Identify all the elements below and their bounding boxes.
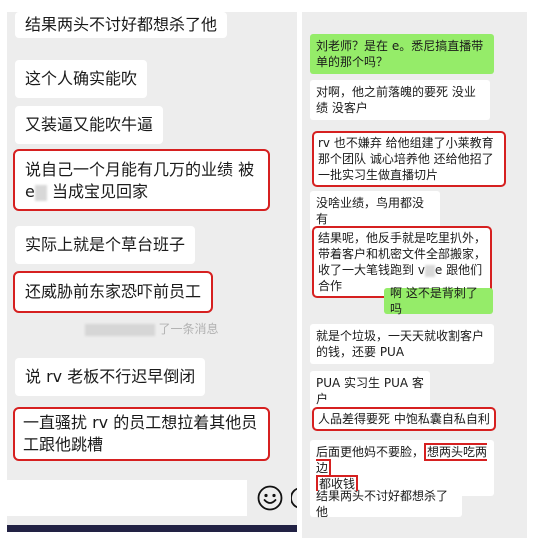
left-msg-4-line2: 当成宝见回家 xyxy=(51,182,148,201)
right-msg-8: PUA 实习生 PUA 客户 xyxy=(310,371,430,411)
left-msg-1: 结果两头不讨好都想杀了他 xyxy=(15,12,228,38)
bottom-bar xyxy=(7,525,297,532)
right-msg-6: 啊 这不是背刺了吗 xyxy=(384,286,493,316)
plus-icon[interactable] xyxy=(290,486,297,510)
right-msg-4: 没啥业绩，鸟用都没有 xyxy=(310,191,440,231)
left-chat-panel: 结果两头不讨好都想杀了他 这个人确实能吹 又装逼又能吹牛逼 说自己一个月能有几万… xyxy=(7,12,297,532)
left-msg-5: 实际上就是个草台班子 xyxy=(15,226,196,264)
redaction-mask xyxy=(34,184,47,201)
right-chat-panel: 刘老师？是在 e。悉尼搞直播带单的那个吗？ 对啊，他之前落魄的要死 没业绩 没客… xyxy=(302,12,527,538)
right-msg-10-text: 后面更他妈不要脸， xyxy=(316,445,425,459)
left-msg-7: 说 rv 老板不行迟早倒闭 xyxy=(15,358,206,396)
redaction-mask xyxy=(424,264,435,277)
emoji-icon[interactable] xyxy=(257,485,283,511)
right-msg-3: rv 也不嫌弃 给他组建了小莱教育那个团队 诚心培养他 还给他招了一批实习生做直… xyxy=(312,131,506,187)
left-msg-2: 这个人确实能吹 xyxy=(15,60,148,98)
left-msg-8: 一直骚扰 rv 的员工想拉着其他员工跟他跳槽 xyxy=(13,407,270,461)
redaction-mask xyxy=(85,323,156,336)
input-bar xyxy=(7,472,297,532)
right-msg-1: 刘老师？是在 e。悉尼搞直播带单的那个吗？ xyxy=(310,34,494,74)
right-msg-7: 就是个垃圾，一天天就收割客户的钱，还要 PUA xyxy=(310,324,494,364)
right-msg-2: 对啊，他之前落魄的要死 没业绩 没客户 xyxy=(310,80,490,120)
left-msg-4-line1: 说自己一个月能有几万的业绩 被 xyxy=(25,160,255,179)
recall-notice: 了一条消息 xyxy=(7,321,297,337)
right-msg-9: 人品差得要死 中饱私囊自私自利 xyxy=(312,407,496,431)
right-msg-11: 结果两头不讨好都想杀了他 xyxy=(310,489,462,519)
recall-notice-text: 了一条消息 xyxy=(158,322,219,336)
message-input[interactable] xyxy=(7,480,247,516)
left-msg-3: 又装逼又能吹牛逼 xyxy=(15,106,164,144)
left-msg-6: 还威胁前东家恐吓前员工 xyxy=(12,271,214,313)
left-msg-4-prefix: e xyxy=(25,182,35,201)
left-msg-4: 说自己一个月能有几万的业绩 被 e 当成宝见回家 xyxy=(13,149,270,211)
